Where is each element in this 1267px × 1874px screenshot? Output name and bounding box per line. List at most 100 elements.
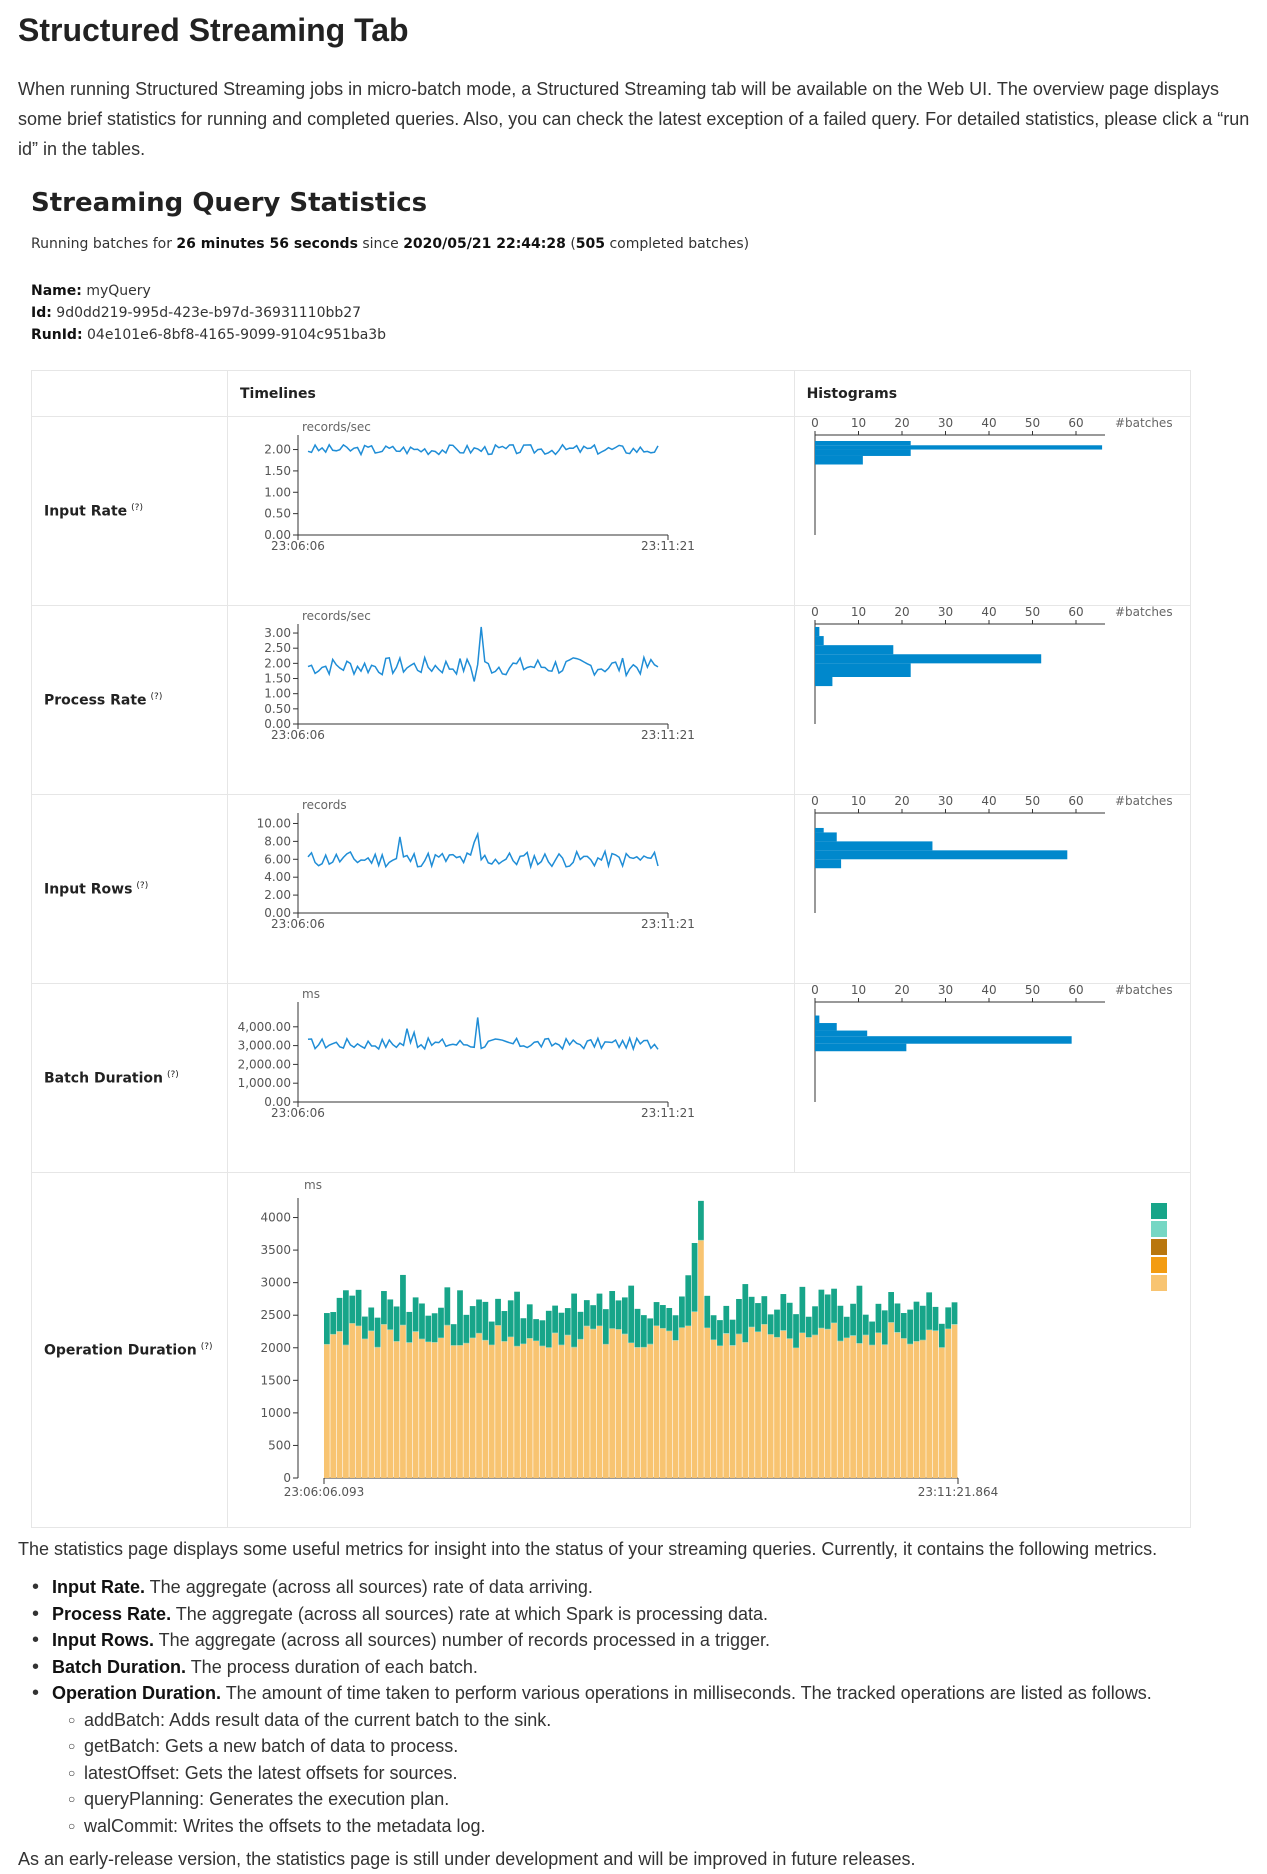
stacked-bar-queryPlanning bbox=[679, 1327, 685, 1328]
stacked-bar-walCommit bbox=[793, 1314, 799, 1348]
stacked-bar-queryPlanning bbox=[330, 1333, 337, 1335]
stacked-bar-walCommit bbox=[400, 1274, 406, 1325]
y-axis-unit: records bbox=[302, 798, 347, 812]
help-icon[interactable]: (?) bbox=[167, 1070, 179, 1080]
stacked-bar-walCommit bbox=[590, 1305, 597, 1329]
stacked-bar-addBatch bbox=[653, 1325, 660, 1478]
help-icon[interactable]: (?) bbox=[131, 503, 143, 513]
stacked-bar-walCommit bbox=[919, 1305, 926, 1340]
stacked-bar-addBatch bbox=[571, 1347, 577, 1478]
stacked-bar-queryPlanning bbox=[457, 1345, 463, 1346]
stacked-bar-queryPlanning bbox=[717, 1345, 723, 1346]
stacked-bar-addBatch bbox=[647, 1344, 654, 1478]
stacked-bar-walCommit bbox=[755, 1303, 761, 1332]
stacked-bar-walCommit bbox=[349, 1295, 356, 1324]
batch-duration-histogram: 0 10 20 30 40 50 60 #batches bbox=[811, 983, 1172, 1102]
metrics-intro: The statistics page displays some useful… bbox=[18, 1539, 1158, 1559]
stacked-bar-queryPlanning bbox=[856, 1343, 863, 1344]
y-axis-unit: records/sec bbox=[302, 420, 371, 434]
stacked-bar-queryPlanning bbox=[583, 1325, 590, 1327]
stacked-bar-queryPlanning bbox=[545, 1347, 552, 1348]
stacked-bar-queryPlanning bbox=[533, 1340, 539, 1342]
stacked-bar-queryPlanning bbox=[552, 1332, 558, 1334]
stacked-bar-walCommit bbox=[672, 1315, 679, 1341]
y-tick-label: 1.00 bbox=[264, 687, 291, 701]
stacked-bar-addBatch bbox=[533, 1340, 539, 1478]
y-tick-label: 2.00 bbox=[264, 656, 291, 670]
x-tick-label: 23:11:21 bbox=[641, 1106, 695, 1120]
stacked-bar-walCommit bbox=[355, 1289, 362, 1326]
stacked-bar-queryPlanning bbox=[634, 1347, 641, 1348]
y-tick-label: 2000 bbox=[260, 1341, 291, 1355]
x-tick-label: 23:11:21.864 bbox=[918, 1485, 999, 1499]
x-tick-label: 23:11:21 bbox=[641, 728, 695, 742]
stacked-bar-addBatch bbox=[938, 1347, 945, 1478]
stacked-bar-queryPlanning bbox=[628, 1342, 635, 1344]
stacked-bar-queryPlanning bbox=[400, 1324, 406, 1326]
batch-duration-timeline: ms0.001,000.002,000.003,000.004,000.0023… bbox=[238, 987, 695, 1120]
stacked-bar-queryPlanning bbox=[514, 1345, 520, 1347]
stacked-bar-addBatch bbox=[641, 1347, 647, 1478]
stacked-bar-walCommit bbox=[609, 1291, 616, 1329]
stacked-bar-addBatch bbox=[742, 1342, 749, 1478]
stacked-bar-walCommit bbox=[748, 1296, 755, 1327]
list-item: Batch Duration. The process duration of … bbox=[32, 1654, 1250, 1681]
y-tick-label: 10.00 bbox=[257, 816, 291, 830]
stats-header-row: Timelines Histograms bbox=[31, 370, 1192, 417]
help-icon[interactable]: (?) bbox=[201, 1342, 213, 1352]
stacked-bar-addBatch bbox=[406, 1342, 413, 1478]
stacked-bar-queryPlanning bbox=[558, 1344, 565, 1346]
stacked-bar-addBatch bbox=[336, 1331, 343, 1478]
legend-swatch bbox=[1151, 1221, 1167, 1237]
stacked-bar-queryPlanning bbox=[590, 1328, 597, 1330]
stacked-bar-queryPlanning bbox=[609, 1328, 616, 1329]
stacked-bar-addBatch bbox=[900, 1338, 907, 1478]
stacked-bar-queryPlanning bbox=[685, 1325, 692, 1327]
y-tick-label: 1.00 bbox=[264, 485, 291, 499]
stacked-bar-walCommit bbox=[862, 1314, 869, 1335]
label-operation-duration: Operation Duration (?) bbox=[31, 1172, 228, 1528]
stacked-bar-walCommit bbox=[736, 1298, 742, 1334]
list-item: Operation Duration. The amount of time t… bbox=[32, 1680, 1250, 1707]
stacked-bar-addBatch bbox=[324, 1344, 330, 1478]
stacked-bar-addBatch bbox=[615, 1329, 622, 1478]
stacked-bar-queryPlanning bbox=[926, 1329, 933, 1331]
series-line bbox=[307, 831, 659, 870]
stacked-bar-queryPlanning bbox=[362, 1338, 368, 1340]
stacked-bar-addBatch bbox=[438, 1337, 444, 1478]
x-tick-label: 0 bbox=[811, 417, 819, 430]
x-tick-label: 40 bbox=[981, 984, 996, 997]
stacked-bar-addBatch bbox=[932, 1330, 939, 1478]
stacked-bar-queryPlanning bbox=[602, 1343, 609, 1345]
stacked-bar-addBatch bbox=[837, 1341, 844, 1478]
stacked-bar-addBatch bbox=[387, 1329, 394, 1478]
stacked-bar-addBatch bbox=[583, 1326, 590, 1478]
stacked-bar-walCommit bbox=[660, 1305, 666, 1328]
stacked-bar-queryPlanning bbox=[469, 1337, 476, 1339]
stacked-bar-addBatch bbox=[374, 1347, 381, 1478]
histogram-bar bbox=[814, 445, 1102, 450]
label-input-rate: Input Rate (?) bbox=[31, 416, 228, 606]
query-name: Name: myQuery bbox=[31, 283, 151, 299]
histogram-bar bbox=[814, 677, 832, 687]
stacked-bar-addBatch bbox=[564, 1335, 571, 1478]
stacked-bar-queryPlanning bbox=[723, 1333, 730, 1334]
stacked-bar-addBatch bbox=[444, 1325, 451, 1478]
help-icon[interactable]: (?) bbox=[136, 881, 148, 891]
stacked-bar-addBatch bbox=[660, 1328, 666, 1478]
running-summary: Running batches for 26 minutes 56 second… bbox=[31, 236, 750, 252]
stacked-bar-walCommit bbox=[545, 1310, 552, 1348]
histogram-bar bbox=[814, 832, 837, 842]
row-operation-duration: Operation Duration (?) ms 0 500 1000 1500 2000… bbox=[31, 1172, 1191, 1528]
y-tick-label: 1.50 bbox=[264, 464, 291, 478]
help-icon[interactable]: (?) bbox=[151, 692, 163, 702]
label-batch-duration: Batch Duration (?) bbox=[31, 983, 228, 1173]
stacked-bar-queryPlanning bbox=[520, 1343, 527, 1345]
stacked-bar-walCommit bbox=[381, 1291, 387, 1325]
histogram-bar bbox=[814, 850, 1067, 860]
y-tick-label: 3500 bbox=[260, 1243, 291, 1257]
x-tick-label: 50 bbox=[1024, 795, 1039, 808]
stacked-bar-queryPlanning bbox=[571, 1346, 577, 1348]
stacked-bar-addBatch bbox=[748, 1327, 755, 1478]
x-tick-label: 40 bbox=[981, 417, 996, 430]
